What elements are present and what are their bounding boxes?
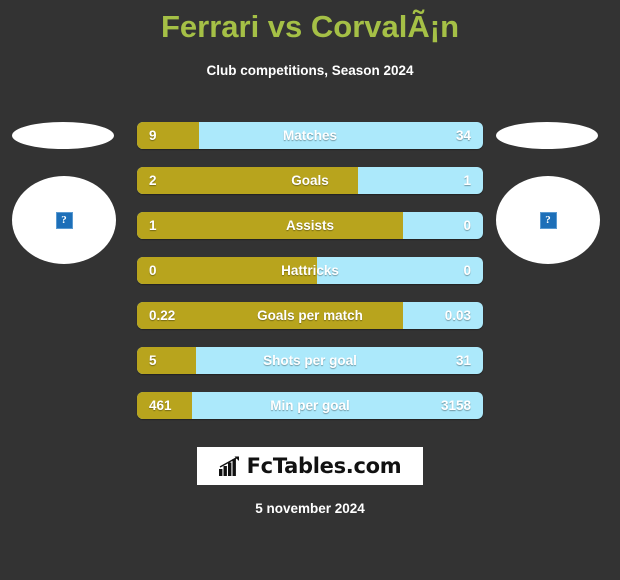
- away-value: 3158: [440, 398, 471, 413]
- stat-label: Matches: [282, 128, 338, 143]
- fctables-logo[interactable]: FcTables.com: [197, 447, 423, 485]
- stat-label: Shots per goal: [263, 353, 357, 368]
- broken-image-icon: ?: [539, 211, 557, 229]
- broken-image-icon: ?: [55, 211, 73, 229]
- stat-row: 0 Hattricks 0: [137, 257, 483, 284]
- page-title: Ferrari vs CorvalÃ¡n: [160, 9, 460, 44]
- away-photo-top-ellipse: [496, 122, 598, 149]
- stat-row: 9 Matches 34: [137, 122, 483, 149]
- stat-label: Assists: [285, 218, 335, 233]
- stat-row: 0.22 Goals per match 0.03: [137, 302, 483, 329]
- stat-label: Min per goal: [270, 398, 350, 413]
- away-value: 0: [463, 218, 471, 233]
- stat-row: 461 Min per goal 3158: [137, 392, 483, 419]
- away-value: 31: [455, 353, 471, 368]
- stat-label: Hattricks: [281, 263, 339, 278]
- home-avatar: ?: [12, 176, 116, 264]
- fctables-logo-text: FcTables.com: [246, 454, 402, 478]
- comparison-infographic: Ferrari vs CorvalÃ¡n Club competitions, …: [0, 0, 620, 580]
- home-photo-top-ellipse: [12, 122, 114, 149]
- away-player-photo: ?: [492, 118, 612, 278]
- bar-chart-icon: [218, 456, 239, 476]
- page-subtitle: Club competitions, Season 2024: [206, 63, 414, 78]
- stat-row: 1 Assists 0: [137, 212, 483, 239]
- away-value: 0: [463, 263, 471, 278]
- stat-row: 5 Shots per goal 31: [137, 347, 483, 374]
- stat-label: Goals per match: [257, 308, 363, 323]
- stat-row: 2 Goals 1: [137, 167, 483, 194]
- away-value: 0.03: [444, 308, 471, 323]
- generated-date: 5 november 2024: [255, 501, 365, 516]
- stat-label: Goals: [291, 173, 329, 188]
- away-value: 1: [463, 173, 471, 188]
- away-avatar: ?: [496, 176, 600, 264]
- away-value: 34: [455, 128, 471, 143]
- stat-comparison-list: 9 Matches 34 2 Goals 1 1 Assists 0 0 Hattricks 0 0.2…: [137, 122, 483, 419]
- home-player-photo: ?: [8, 118, 128, 278]
